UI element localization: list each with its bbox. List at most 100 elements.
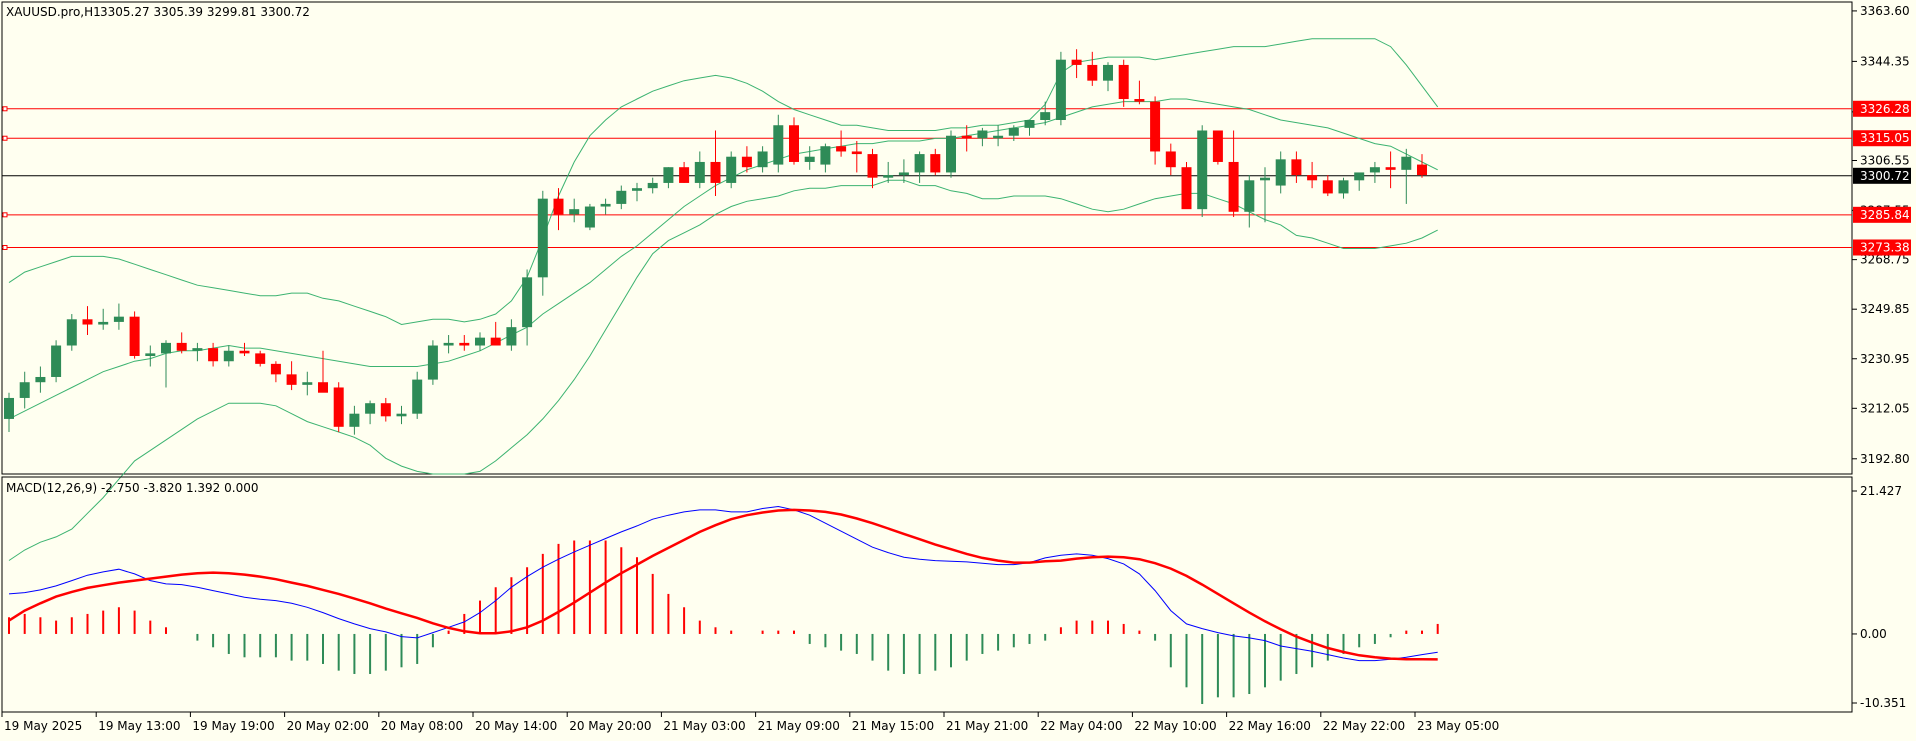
candle-body [836, 146, 847, 152]
time-axis-label: 22 May 04:00 [1040, 719, 1122, 733]
candle-body [1087, 64, 1098, 81]
time-axis-label: 20 May 02:00 [287, 719, 369, 733]
candle [584, 203, 595, 231]
price-axis-label: 3192.80 [1860, 452, 1910, 466]
time-axis-label: 22 May 16:00 [1229, 719, 1311, 733]
candle-body [820, 146, 831, 165]
candle [946, 130, 956, 178]
candle-body [663, 167, 674, 183]
candle-body [82, 319, 93, 325]
level-handle [2, 135, 8, 141]
level-price-label: 3273.38 [1860, 240, 1910, 254]
candle-body [161, 342, 171, 354]
candle-body [789, 125, 799, 162]
candle-body [977, 130, 988, 139]
candle-body [1369, 167, 1380, 173]
candle-body [318, 382, 328, 393]
candle-body [239, 350, 250, 354]
candle-body [1197, 130, 1208, 210]
time-axis-label: 21 May 09:00 [758, 719, 840, 733]
candle [51, 340, 62, 383]
time-axis-label: 19 May 2025 [4, 719, 82, 733]
candle-body [176, 342, 187, 351]
candle-body [302, 382, 313, 385]
time-axis-label: 21 May 21:00 [946, 719, 1028, 733]
price-axis-label: 3212.05 [1860, 401, 1910, 415]
candle-body [1134, 99, 1145, 102]
time-axis-label: 20 May 14:00 [475, 719, 557, 733]
candle-body [1385, 167, 1396, 170]
candle-body [365, 403, 376, 414]
chart-canvas[interactable]: 3363.603344.353325.103306.553287.553268.… [0, 0, 1916, 737]
time-axis-label: 19 May 19:00 [192, 719, 274, 733]
candle-body [757, 151, 768, 168]
candle-body [1291, 159, 1302, 176]
candle-body [1103, 64, 1113, 81]
candle-body [192, 348, 203, 351]
candle-body [506, 327, 517, 346]
current-price-label: 3300.72 [1860, 169, 1910, 183]
time-axis-label: 22 May 10:00 [1134, 719, 1216, 733]
candle-body [867, 154, 878, 178]
candle-body [1150, 101, 1161, 152]
candle-body [1307, 175, 1318, 181]
candle-body [851, 151, 862, 155]
ohlc-readout: 3305.27 3305.39 3299.81 3300.72 [100, 5, 310, 19]
candle-body [946, 135, 956, 173]
candle [1197, 125, 1208, 218]
candle-body [145, 353, 156, 356]
candle-body [632, 188, 642, 191]
candle-body [35, 376, 46, 383]
time-axis-label: 19 May 13:00 [98, 719, 180, 733]
candle-body [490, 337, 501, 346]
candle-body [679, 167, 690, 183]
candle-body [396, 413, 407, 417]
level-price-label: 3326.28 [1860, 102, 1910, 116]
price-axis-label: 3363.60 [1860, 4, 1910, 18]
candle [1212, 130, 1223, 165]
candle-body [694, 161, 705, 183]
candle-body [1260, 177, 1270, 181]
candle-body [475, 337, 485, 346]
time-axis-label: 20 May 08:00 [381, 719, 463, 733]
candle [726, 151, 737, 189]
candle-body [443, 342, 454, 346]
price-axis-label: 3230.95 [1860, 352, 1910, 366]
time-axis-label: 23 May 05:00 [1417, 719, 1499, 733]
level-price-label: 3315.05 [1860, 131, 1910, 145]
candle-body [898, 172, 909, 176]
candle-body [66, 319, 77, 346]
candle [427, 340, 438, 385]
candle-body [1417, 164, 1427, 176]
candle-body [741, 156, 752, 168]
candle-body [412, 379, 423, 414]
candle-body [1071, 59, 1082, 65]
time-axis-label: 21 May 03:00 [663, 719, 745, 733]
candle-body [616, 190, 627, 204]
macd-axis-label: -10.351 [1860, 696, 1906, 710]
candle-body [459, 342, 470, 346]
candle-body [993, 135, 1004, 139]
candle-body [1338, 180, 1349, 194]
candle-body [286, 374, 297, 385]
candle-body [98, 321, 109, 325]
candle-body [1322, 180, 1333, 194]
candle-body [1024, 120, 1035, 128]
candle-body [726, 156, 737, 183]
candle-body [333, 387, 344, 427]
candle [1055, 51, 1066, 126]
level-price-label: 3285.84 [1860, 208, 1910, 222]
candle-body [1181, 167, 1192, 210]
candle-body [647, 182, 658, 189]
candle-body [255, 353, 266, 364]
candle-body [1244, 180, 1255, 212]
time-axis-label: 20 May 20:00 [569, 719, 651, 733]
candle-body [804, 156, 815, 162]
candle-body [51, 345, 62, 377]
candle-body [773, 125, 784, 165]
candle-body [710, 161, 721, 183]
candle-body [961, 135, 972, 139]
time-axis-label: 22 May 22:00 [1323, 719, 1405, 733]
candle [1181, 161, 1192, 210]
candle [66, 314, 77, 351]
